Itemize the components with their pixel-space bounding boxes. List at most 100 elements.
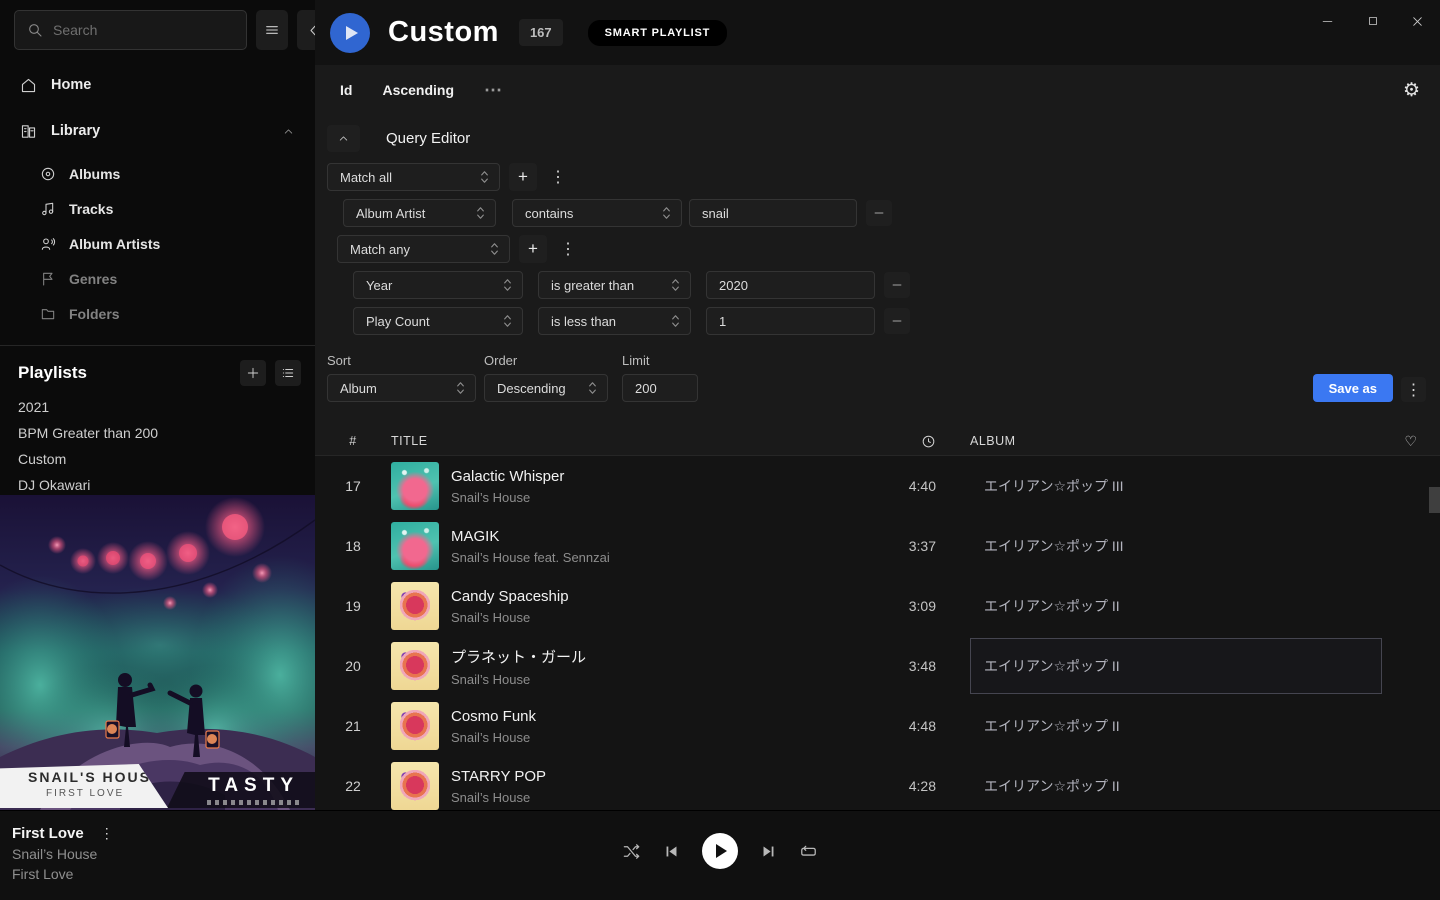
track-thumbnail[interactable] bbox=[391, 462, 439, 510]
track-artist[interactable]: Snail’s House bbox=[451, 490, 876, 505]
now-playing-album[interactable]: First Love bbox=[12, 866, 118, 882]
track-artist[interactable]: Snail’s House feat. Sennzai bbox=[451, 550, 876, 565]
search-input[interactable] bbox=[53, 22, 234, 38]
column-header-index[interactable]: # bbox=[315, 434, 391, 448]
settings-gear-button[interactable]: ⚙ bbox=[1403, 81, 1420, 100]
group-menu-button[interactable]: ⋮ bbox=[556, 239, 580, 259]
track-artist[interactable]: Snail’s House bbox=[451, 730, 876, 745]
rule-field-select[interactable]: Year bbox=[353, 271, 523, 299]
playlist-item[interactable]: BPM Greater than 200 bbox=[0, 420, 315, 446]
table-row[interactable]: 17 Galactic Whisper Snail’s House 4:40 エ… bbox=[315, 456, 1440, 516]
track-title[interactable]: Cosmo Funk bbox=[451, 708, 876, 725]
play-playlist-button[interactable] bbox=[330, 13, 370, 53]
search-box[interactable] bbox=[14, 10, 247, 50]
playlist-item[interactable]: Custom bbox=[0, 446, 315, 472]
shuffle-button[interactable] bbox=[622, 842, 641, 861]
table-row[interactable]: 19 Candy Spaceship Snail’s House 3:09 エイ… bbox=[315, 576, 1440, 636]
chevron-up-icon[interactable] bbox=[282, 125, 295, 138]
track-album-cell[interactable]: エイリアン☆ポップ III bbox=[970, 518, 1382, 574]
column-header-duration[interactable] bbox=[876, 434, 936, 449]
sort-field-button[interactable]: Id bbox=[340, 82, 352, 98]
track-title[interactable]: プラネット・ガール bbox=[451, 646, 876, 667]
track-album-cell[interactable]: エイリアン☆ポップ III bbox=[970, 458, 1382, 514]
order-select[interactable]: Descending bbox=[484, 374, 608, 402]
limit-input[interactable] bbox=[622, 374, 698, 402]
previous-button[interactable] bbox=[663, 843, 680, 860]
now-playing-album-art[interactable]: TASTY SNAIL'S HOUSE FIRST LOVE bbox=[0, 495, 315, 810]
playlist-list-button[interactable] bbox=[275, 360, 301, 386]
column-header-title[interactable]: TITLE bbox=[391, 434, 876, 448]
rule-operator-select[interactable]: is greater than bbox=[538, 271, 691, 299]
sidebar-item-tracks[interactable]: Tracks bbox=[0, 191, 315, 226]
close-button[interactable] bbox=[1395, 0, 1440, 42]
track-album-cell[interactable]: エイリアン☆ポップ II bbox=[970, 638, 1382, 694]
remove-rule-button[interactable] bbox=[866, 200, 892, 226]
track-album-cell[interactable]: エイリアン☆ポップ II bbox=[970, 578, 1382, 634]
next-button[interactable] bbox=[760, 843, 777, 860]
track-thumbnail[interactable] bbox=[391, 642, 439, 690]
save-menu-button[interactable]: ⋮ bbox=[1401, 377, 1426, 402]
sidebar-item-home[interactable]: Home bbox=[0, 66, 315, 104]
menu-button[interactable] bbox=[256, 10, 288, 50]
rule-operator-select[interactable]: is less than bbox=[538, 307, 691, 335]
track-artist[interactable]: Snail’s House bbox=[451, 790, 876, 805]
rule-value-input[interactable] bbox=[706, 307, 875, 335]
table-row[interactable]: 21 Cosmo Funk Snail’s House 4:48 エイリアン☆ポ… bbox=[315, 696, 1440, 756]
track-thumbnail[interactable] bbox=[391, 582, 439, 630]
sidebar-item-library[interactable]: Library bbox=[0, 112, 315, 150]
track-title[interactable]: MAGIK bbox=[451, 528, 876, 545]
now-playing-artist[interactable]: Snail’s House bbox=[12, 846, 118, 862]
track-album[interactable]: エイリアン☆ポップ II bbox=[971, 716, 1120, 736]
track-album-cell[interactable]: エイリアン☆ポップ II bbox=[970, 758, 1382, 810]
group-menu-button[interactable]: ⋮ bbox=[546, 167, 570, 187]
remove-rule-button[interactable] bbox=[884, 308, 910, 334]
query-editor-collapse-button[interactable] bbox=[327, 125, 360, 152]
column-header-album[interactable]: ALBUM bbox=[970, 434, 1382, 448]
play-pause-button[interactable] bbox=[702, 833, 738, 869]
sort-order-button[interactable]: Ascending bbox=[382, 82, 454, 98]
now-playing-title[interactable]: First Love bbox=[12, 825, 84, 842]
now-playing-menu-button[interactable]: ⋮ bbox=[96, 825, 118, 842]
scrollbar-thumb[interactable] bbox=[1429, 487, 1440, 513]
rule-value-input[interactable] bbox=[706, 271, 875, 299]
toolbar-more-button[interactable]: ⋯ bbox=[484, 80, 504, 101]
track-title[interactable]: Galactic Whisper bbox=[451, 468, 876, 485]
track-album[interactable]: エイリアン☆ポップ II bbox=[971, 776, 1120, 796]
sidebar-item-folders[interactable]: Folders bbox=[0, 296, 315, 331]
track-title[interactable]: STARRY POP bbox=[451, 768, 876, 785]
track-album[interactable]: エイリアン☆ポップ III bbox=[971, 476, 1124, 496]
track-thumbnail[interactable] bbox=[391, 522, 439, 570]
track-thumbnail[interactable] bbox=[391, 762, 439, 810]
rule-field-select[interactable]: Album Artist bbox=[343, 199, 496, 227]
track-artist[interactable]: Snail’s House bbox=[451, 672, 876, 687]
match-type-select[interactable]: Match all bbox=[327, 163, 500, 191]
rule-field-select[interactable]: Play Count bbox=[353, 307, 523, 335]
minimize-button[interactable] bbox=[1305, 0, 1350, 42]
repeat-button[interactable] bbox=[799, 842, 818, 861]
sort-select[interactable]: Album bbox=[327, 374, 476, 402]
add-rule-button[interactable]: + bbox=[519, 235, 547, 263]
table-row[interactable]: 18 MAGIK Snail’s House feat. Sennzai 3:3… bbox=[315, 516, 1440, 576]
table-row[interactable]: 22 STARRY POP Snail’s House 4:28 エイリアン☆ポ… bbox=[315, 756, 1440, 810]
sidebar-item-album-artists[interactable]: Album Artists bbox=[0, 226, 315, 261]
table-row[interactable]: 20 プラネット・ガール Snail’s House 3:48 エイリアン☆ポッ… bbox=[315, 636, 1440, 696]
match-type-select[interactable]: Match any bbox=[337, 235, 510, 263]
sidebar-item-albums[interactable]: Albums bbox=[0, 156, 315, 191]
save-as-button[interactable]: Save as bbox=[1313, 374, 1393, 402]
add-playlist-button[interactable] bbox=[240, 360, 266, 386]
track-album[interactable]: エイリアン☆ポップ III bbox=[971, 536, 1124, 556]
rule-value-input[interactable] bbox=[689, 199, 857, 227]
track-album[interactable]: エイリアン☆ポップ II bbox=[971, 596, 1120, 616]
rule-operator-select[interactable]: contains bbox=[512, 199, 682, 227]
add-rule-button[interactable]: + bbox=[509, 163, 537, 191]
track-title[interactable]: Candy Spaceship bbox=[451, 588, 876, 605]
track-artist[interactable]: Snail’s House bbox=[451, 610, 876, 625]
track-thumbnail[interactable] bbox=[391, 702, 439, 750]
track-album[interactable]: エイリアン☆ポップ II bbox=[971, 656, 1120, 676]
column-header-favorite[interactable]: ♡ bbox=[1382, 433, 1440, 450]
track-album-cell[interactable]: エイリアン☆ポップ II bbox=[970, 698, 1382, 754]
playlist-item[interactable]: 2021 bbox=[0, 394, 315, 420]
remove-rule-button[interactable] bbox=[884, 272, 910, 298]
maximize-button[interactable] bbox=[1350, 0, 1395, 42]
sidebar-item-genres[interactable]: Genres bbox=[0, 261, 315, 296]
